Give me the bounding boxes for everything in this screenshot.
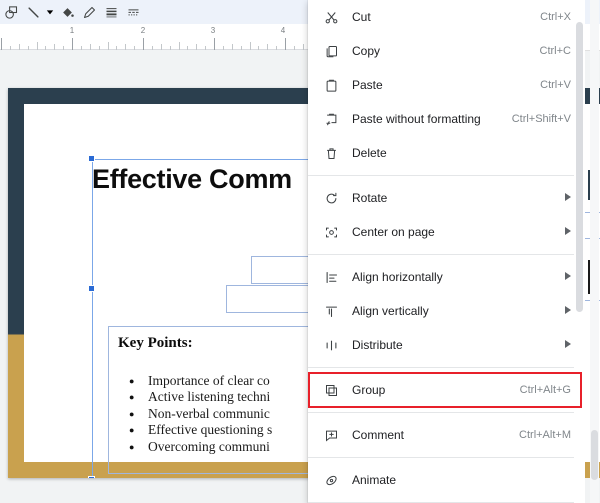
ruler-tick (36, 42, 38, 50)
ruler-tick (1, 38, 2, 50)
menu-item-cut[interactable]: Cut Ctrl+X (308, 0, 585, 34)
menu-separator (308, 175, 585, 176)
menu-item-label: Align horizontally (352, 270, 443, 284)
menu-separator (308, 412, 585, 413)
ruler-tick (107, 42, 109, 50)
right-scrollbar-thumb[interactable] (591, 430, 598, 480)
right-scrollbar-track[interactable] (590, 0, 599, 503)
slide-title[interactable]: Effective Comm (92, 164, 292, 195)
menu-item-label: Group (352, 383, 386, 397)
right-edge-content (585, 0, 600, 503)
key-points-list: Importance of clear coActive listening t… (123, 373, 272, 455)
menu-item-copy[interactable]: Copy Ctrl+C (308, 34, 585, 68)
distribute-icon (320, 334, 342, 356)
menu-item-distribute[interactable]: Distribute (308, 328, 585, 362)
scissors-icon (320, 6, 342, 28)
menu-item-label: Paste (352, 78, 383, 92)
menu-separator (308, 254, 585, 255)
menu-item-label: Center on page (352, 225, 435, 239)
menu-item-center-on-page[interactable]: Center on page (308, 215, 585, 249)
menu-item-label: Paste without formatting (352, 112, 481, 126)
menu-item-label: Comment (352, 428, 405, 442)
slide-left-border (8, 88, 24, 478)
menu-item-paste[interactable]: Paste Ctrl+V (308, 68, 585, 102)
paste-plain-icon (320, 108, 342, 130)
ruler-tick (72, 38, 73, 50)
align-horizontal-icon (320, 266, 342, 288)
menu-scrollbar-track[interactable] (574, 0, 585, 503)
menu-item-label: Cut (352, 10, 371, 24)
menu-scrollbar-thumb[interactable] (576, 22, 583, 312)
ruler-number: 1 (69, 26, 75, 35)
context-menu-list: Cut Ctrl+X Copy Ctrl+C Paste Ctrl+V Paste with… (308, 0, 585, 503)
group-icon (320, 379, 342, 401)
key-points-heading: Key Points: (118, 335, 193, 351)
fill-color-icon[interactable] (56, 1, 78, 23)
menu-item-label: Delete (352, 146, 387, 160)
animate-icon (320, 469, 342, 491)
menu-item-label: Align vertically (352, 304, 429, 318)
ruler-tick (249, 42, 251, 50)
key-point-bullet: Non-verbal communic (123, 406, 272, 423)
border-color-icon[interactable] (78, 1, 100, 23)
clipboard-icon (320, 74, 342, 96)
menu-item-label: Rotate (352, 191, 388, 205)
menu-item-label: Animate (352, 473, 397, 487)
shape-icon[interactable] (0, 1, 22, 23)
align-vertical-icon (320, 300, 342, 322)
key-point-bullet: Overcoming communi (123, 439, 272, 456)
ruler-tick (214, 38, 215, 50)
ruler-tick (178, 42, 180, 50)
ruler-number: 3 (210, 26, 216, 35)
copy-icon (320, 40, 342, 62)
menu-item-label: Copy (352, 44, 381, 58)
rotate-icon (320, 187, 342, 209)
ruler-tick (143, 38, 144, 50)
border-dash-icon[interactable] (122, 1, 144, 23)
menu-item-comment[interactable]: Comment Ctrl+Alt+M (308, 418, 585, 452)
menu-item-label: Distribute (352, 338, 403, 352)
menu-separator (308, 457, 585, 458)
center-on-page-icon (320, 221, 342, 243)
ruler-tick (285, 38, 286, 50)
menu-item-align-horizontally[interactable]: Align horizontally (308, 260, 585, 294)
menu-separator (308, 367, 585, 368)
border-weight-icon[interactable] (100, 1, 122, 23)
key-point-bullet: Active listening techni (123, 389, 272, 406)
ruler-number: 4 (280, 26, 286, 35)
menu-item-paste-without-formatting[interactable]: Paste without formatting Ctrl+Shift+V (308, 102, 585, 136)
menu-item-group[interactable]: Group Ctrl+Alt+G (308, 373, 585, 407)
ruler-number: 2 (140, 26, 146, 35)
selection-handle-top-left[interactable] (88, 155, 95, 162)
context-menu[interactable]: Cut Ctrl+X Copy Ctrl+C Paste Ctrl+V Paste with… (308, 0, 585, 503)
trash-icon (320, 142, 342, 164)
menu-item-animate[interactable]: Animate (308, 463, 585, 497)
selection-handle-bottom-left[interactable] (88, 476, 95, 478)
menu-item-rotate[interactable]: Rotate (308, 181, 585, 215)
menu-item-delete[interactable]: Delete (308, 136, 585, 170)
key-point-bullet: Importance of clear co (123, 373, 272, 390)
selection-handle-middle-left[interactable] (88, 285, 95, 292)
comment-icon (320, 424, 342, 446)
line-dropdown-icon[interactable] (44, 8, 56, 16)
key-point-bullet: Effective questioning s (123, 422, 272, 439)
menu-item-align-vertically[interactable]: Align vertically (308, 294, 585, 328)
line-icon[interactable] (22, 1, 44, 23)
